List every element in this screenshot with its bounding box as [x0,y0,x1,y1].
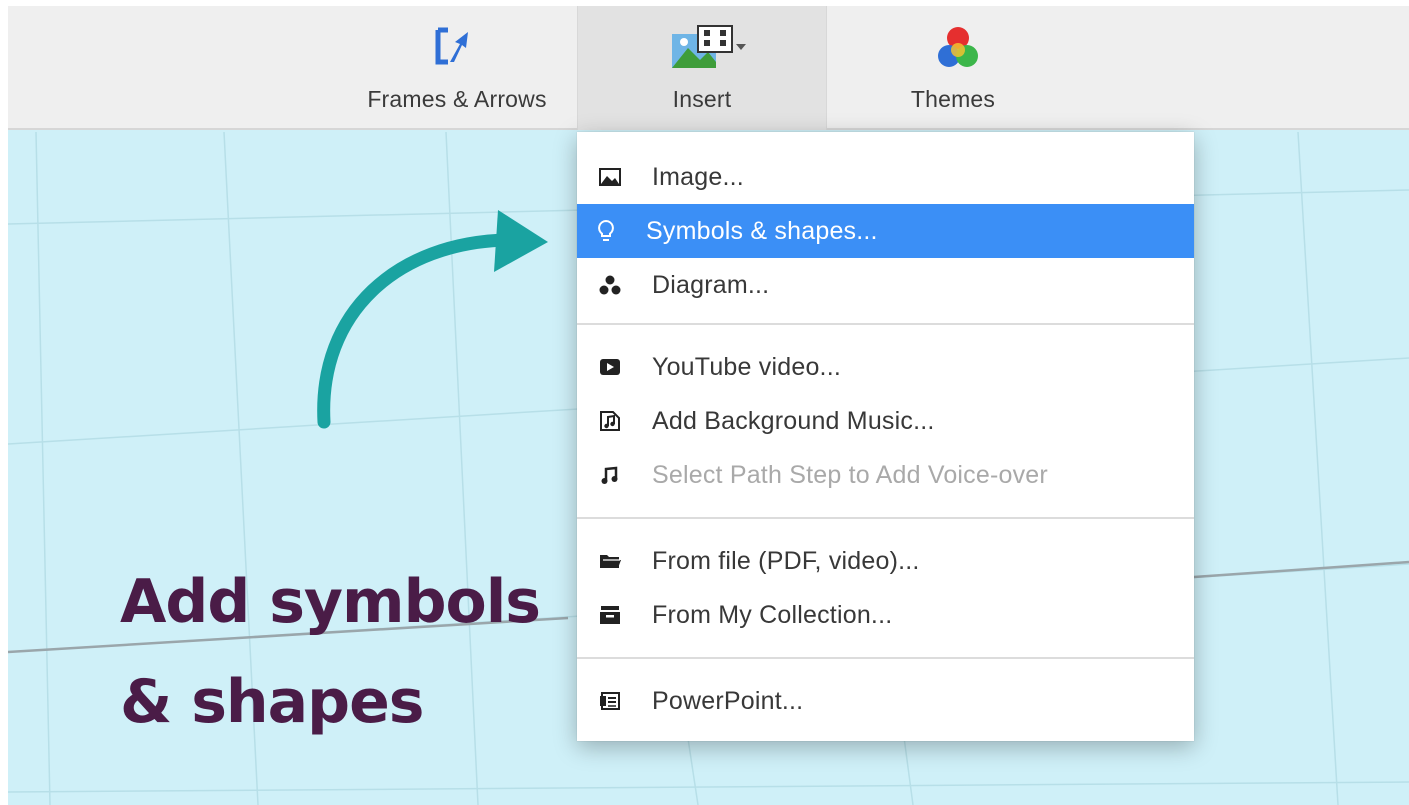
headline-line-2: & shapes [120,667,424,737]
themes-button[interactable]: Themes [828,6,1078,130]
menu-item-voice-over: Select Path Step to Add Voice-over [577,448,1194,502]
music-note-icon [597,462,623,488]
insert-button[interactable]: Insert [577,6,827,130]
menu-item-image[interactable]: Image... [577,150,1194,204]
media-insert-icon [670,24,746,77]
themes-label: Themes [910,86,996,112]
image-icon [597,164,623,190]
menu-item-label: Select Path Step to Add Voice-over [652,460,1048,489]
menu-separator [577,657,1194,659]
menu-item-label: From file (PDF, video)... [652,546,920,575]
menu-separator [577,323,1194,325]
youtube-play-icon [597,354,623,380]
frames-arrows-label: Frames & Arrows [367,86,547,112]
menu-item-label: Add Background Music... [652,406,935,435]
top-toolbar: Frames & Arrows Insert Themes [8,6,1409,130]
menu-item-label: Diagram... [652,270,770,299]
menu-item-my-collection[interactable]: From My Collection... [577,588,1194,642]
powerpoint-icon [597,688,623,714]
menu-item-label: From My Collection... [652,600,893,629]
frame-arrow-icon [434,26,474,71]
folder-icon [597,548,623,574]
menu-item-symbols-shapes[interactable]: Symbols & shapes... [577,204,1194,258]
curved-arrow-graphic [317,210,548,429]
menu-item-from-file[interactable]: From file (PDF, video)... [577,534,1194,588]
frames-arrows-button[interactable]: Frames & Arrows [346,6,568,130]
lightbulb-icon [593,218,619,244]
menu-item-label: YouTube video... [652,352,841,381]
insert-dropdown-menu: Image... Symbols & shapes... Diagram... … [577,132,1194,741]
menu-item-background-music[interactable]: Add Background Music... [577,394,1194,448]
menu-item-youtube[interactable]: YouTube video... [577,340,1194,394]
headline-line-1: Add symbols [120,567,541,637]
diagram-icon [597,272,623,298]
menu-item-diagram[interactable]: Diagram... [577,258,1194,312]
app-frame: Add symbols & shapes Frames & Arrows Ins… [8,6,1409,805]
collection-box-icon [597,602,623,628]
insert-label: Insert [672,86,732,112]
menu-item-label: Symbols & shapes... [646,216,878,245]
menu-item-powerpoint[interactable]: PowerPoint... [577,674,1194,728]
themes-palette-icon [938,26,978,77]
menu-item-label: PowerPoint... [652,686,804,715]
music-file-icon [597,408,623,434]
canvas-headline[interactable]: Add symbols & shapes [120,552,541,752]
menu-item-label: Image... [652,162,744,191]
menu-separator [577,517,1194,519]
